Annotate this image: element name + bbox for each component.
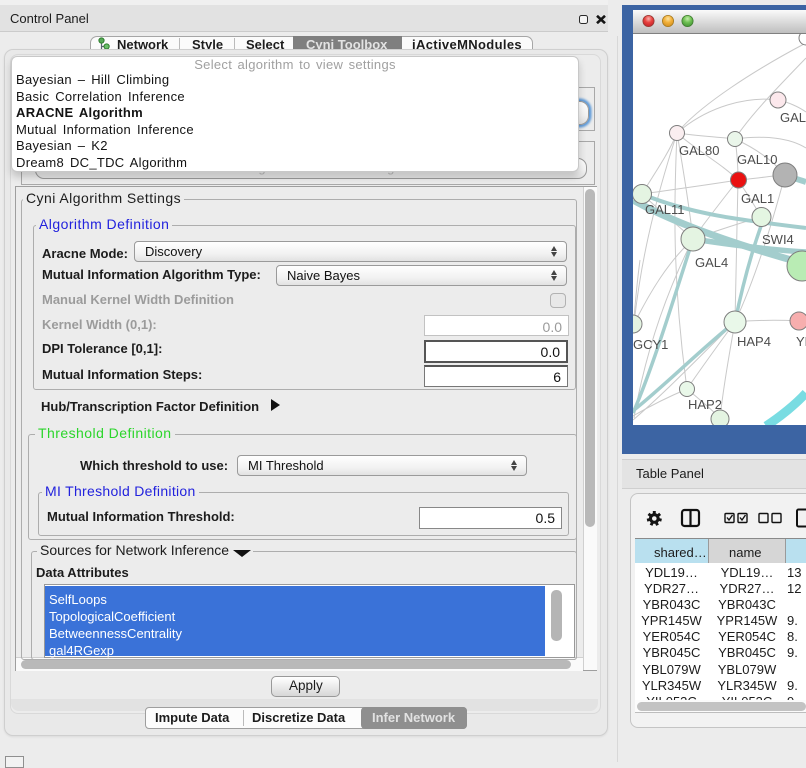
svg-text:GAL80: GAL80 [679,143,719,158]
svg-text:GCY1: GCY1 [633,337,668,352]
svg-text:SWI4: SWI4 [762,232,794,247]
svg-text:GAL10: GAL10 [737,152,777,167]
svg-text:GAL4: GAL4 [695,255,728,270]
svg-text:HAP4: HAP4 [737,334,771,349]
svg-text:GAL1: GAL1 [741,191,774,206]
svg-text:GAL11: GAL11 [645,202,685,217]
svg-text:YD: YD [796,334,806,349]
svg-text:GAL7: GAL7 [780,110,806,125]
svg-text:HAP2: HAP2 [688,397,722,412]
